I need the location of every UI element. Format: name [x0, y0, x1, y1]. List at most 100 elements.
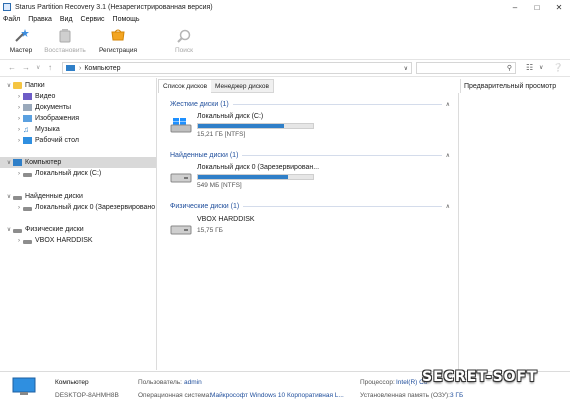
status-os-value: Майкрософт Windows 10 Корпоративная L... [210, 392, 344, 399]
status-hostname: DESKTOP-8AHMH8B [55, 392, 119, 399]
history-dropdown-icon[interactable]: ∨ [36, 64, 40, 71]
collapse-chevron-icon[interactable]: ∧ [446, 152, 450, 159]
tree-node-desktop[interactable]: › Рабочий стол [15, 135, 79, 146]
expand-arrow-icon[interactable]: › [15, 205, 23, 211]
back-arrow-icon[interactable]: ← [8, 63, 16, 72]
path-separator: › [79, 64, 82, 72]
computer-monitor-icon [12, 377, 36, 395]
tree-node-local-c[interactable]: › Локальный диск (C:) [15, 168, 101, 179]
wizard-button[interactable]: Мастер [0, 27, 42, 59]
drive-icon [13, 195, 22, 200]
search-icon [176, 28, 192, 44]
section-physical-disks[interactable]: Физические диски (1) ∧ [170, 202, 450, 211]
search-button[interactable]: Поиск [163, 27, 205, 59]
disk-usage-bar [197, 123, 314, 129]
computer-icon [13, 159, 22, 166]
tab-disk-list[interactable]: Список дисков [158, 79, 213, 93]
help-icon[interactable]: ❔ [553, 63, 563, 72]
tree-node-video[interactable]: › Видео [15, 91, 55, 102]
close-button[interactable]: ✕ [548, 0, 570, 14]
search-input[interactable]: ⚲ [416, 62, 516, 74]
disk-item-found0[interactable]: Локальный диск 0 (Зарезервирован... 549 … [170, 164, 320, 192]
menu-view[interactable]: Вид [60, 16, 73, 23]
collapse-chevron-icon[interactable]: ∧ [446, 203, 450, 210]
preview-header: Предварительный просмотр [460, 79, 568, 93]
view-dropdown-icon[interactable]: ∨ [539, 64, 543, 71]
computer-icon [66, 65, 75, 71]
tree-label: Документы [35, 104, 72, 111]
search-field-icon: ⚲ [506, 65, 512, 72]
section-title: Физические диски (1) [170, 203, 240, 210]
app-icon [3, 3, 11, 11]
collapse-arrow-icon[interactable]: ∨ [5, 82, 13, 89]
tree-node-found-local0[interactable]: › Локальный диск 0 (Зарезервировано [15, 202, 155, 213]
register-button[interactable]: Регистрация [97, 27, 139, 59]
tree-node-physical-disks[interactable]: ∨ Физические диски [5, 224, 84, 235]
section-found-disks[interactable]: Найденные диски (1) ∧ [170, 151, 450, 160]
tree-label: Локальный диск (C:) [35, 170, 102, 177]
disk-info: 549 МБ [NTFS] [197, 182, 242, 189]
tree-node-computer[interactable]: ∨ Компьютер [5, 157, 61, 168]
disk-info: 15,75 ГБ [197, 227, 223, 234]
minimize-button[interactable]: – [504, 0, 526, 14]
view-options-icon[interactable]: ☷ [526, 63, 533, 72]
video-folder-icon [23, 93, 32, 100]
tree-node-vbox[interactable]: › VBOX HARDDISK [15, 235, 93, 246]
tree-label: Видео [35, 93, 56, 100]
address-dropdown-icon[interactable]: ∨ [404, 65, 408, 72]
window-title: Starus Partition Recovery 3.1 (Незарегис… [15, 3, 213, 11]
tree-label: Папки [25, 82, 45, 89]
expand-arrow-icon[interactable]: › [15, 238, 23, 244]
address-row: ← → ∨ ↑ › Компьютер ∨ ⚲ ☷ ∨ ❔ [0, 60, 570, 77]
watermark-logo: SECRET-SOFT [422, 369, 538, 385]
tree-label: Рабочий стол [35, 137, 79, 144]
disk-name: Локальный диск (C:) [197, 113, 264, 120]
disk-item-vbox[interactable]: VBOX HARDDISK 15,75 ГБ [170, 216, 320, 244]
expand-arrow-icon[interactable]: › [15, 116, 23, 122]
tree-node-music[interactable]: › ♫ Музыка [15, 124, 60, 135]
section-hard-disks[interactable]: Жесткие диски (1) ∧ [170, 100, 450, 109]
menu-help[interactable]: Помощь [113, 16, 140, 23]
status-ram-value: 3 ГБ [450, 392, 464, 399]
restore-button[interactable]: Восстановить [44, 27, 86, 59]
content-tabs: Список дисков Менеджер дисков [158, 79, 458, 93]
collapse-chevron-icon[interactable]: ∧ [446, 101, 450, 108]
expand-arrow-icon[interactable]: › [15, 105, 23, 111]
address-bar[interactable]: › Компьютер ∨ [62, 62, 412, 74]
collapse-arrow-icon[interactable]: ∨ [5, 226, 13, 233]
tree-label: Музыка [35, 126, 60, 133]
expand-arrow-icon[interactable]: › [15, 171, 23, 177]
restore-label: Восстановить [44, 47, 86, 54]
images-folder-icon [23, 115, 32, 122]
expand-arrow-icon[interactable]: › [15, 127, 23, 133]
drive-icon [13, 228, 22, 233]
disk-info: 15,21 ГБ [NTFS] [197, 131, 246, 138]
preview-pane [458, 93, 570, 370]
collapse-arrow-icon[interactable]: ∨ [5, 193, 13, 200]
register-label: Регистрация [99, 47, 137, 54]
menu-file[interactable]: Файл [3, 16, 20, 23]
disk-item-c[interactable]: Локальный диск (C:) 15,21 ГБ [NTFS] [170, 113, 320, 141]
drive-icon [23, 206, 32, 211]
collapse-arrow-icon[interactable]: ∨ [5, 159, 13, 166]
tree-label: Найденные диски [25, 193, 83, 200]
tree-node-folders[interactable]: ∨ Папки [5, 80, 45, 91]
disk-name: VBOX HARDDISK [197, 216, 255, 223]
expand-arrow-icon[interactable]: › [15, 138, 23, 144]
wizard-label: Мастер [9, 47, 33, 54]
forward-arrow-icon[interactable]: → [22, 63, 30, 72]
up-arrow-icon[interactable]: ↑ [48, 63, 52, 72]
tree-label: Локальный диск 0 (Зарезервировано [35, 204, 156, 211]
tree-node-images[interactable]: › Изображения [15, 113, 79, 124]
menu-service[interactable]: Сервис [81, 16, 105, 23]
menu-edit[interactable]: Правка [28, 16, 52, 23]
maximize-button[interactable]: □ [526, 0, 548, 14]
hard-disk-icon [170, 225, 192, 235]
tree-node-documents[interactable]: › Документы [15, 102, 71, 113]
expand-arrow-icon[interactable]: › [15, 94, 23, 100]
tree-label: Компьютер [25, 159, 62, 166]
tree-node-found-disks[interactable]: ∨ Найденные диски [5, 191, 83, 202]
status-user-value: admin [184, 379, 202, 386]
tab-disk-manager[interactable]: Менеджер дисков [211, 79, 274, 93]
tree-label: Изображения [35, 115, 79, 122]
